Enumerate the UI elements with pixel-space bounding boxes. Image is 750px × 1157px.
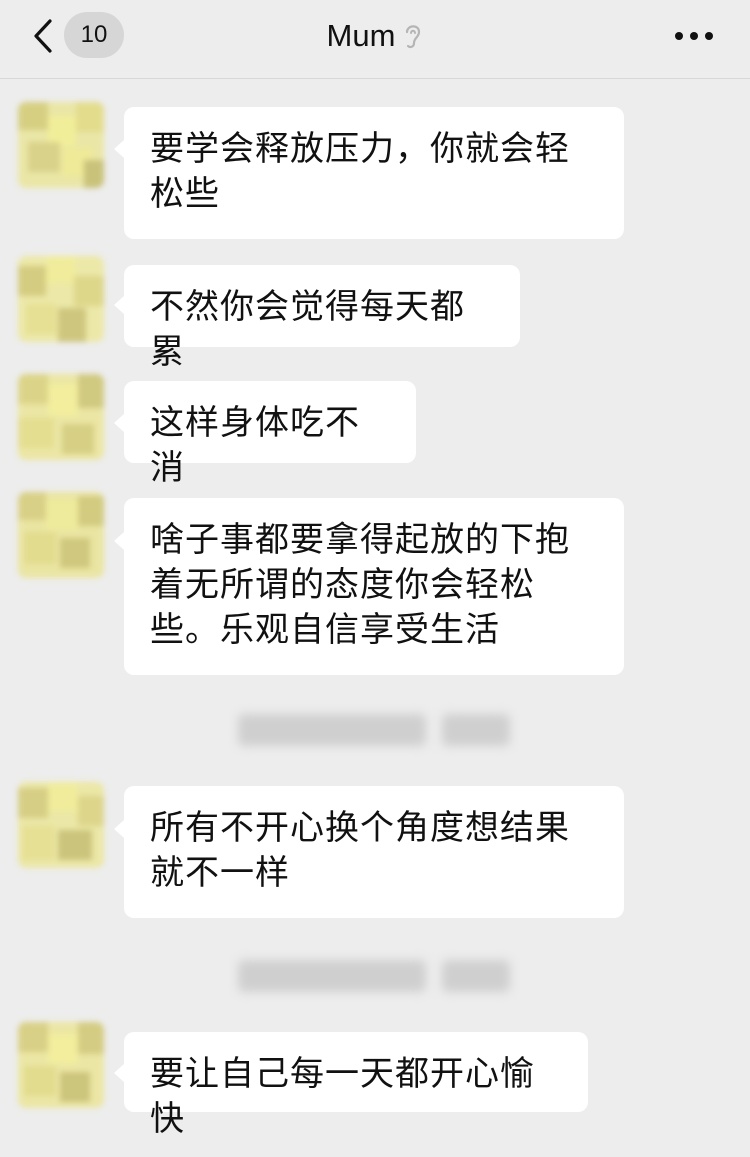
contact-avatar[interactable] <box>18 1022 104 1108</box>
bubble-tail <box>114 532 124 550</box>
chat-header: 10 Mum <box>0 0 750 79</box>
ear-icon <box>406 25 421 49</box>
bubble-tail <box>114 296 124 314</box>
unread-count-badge[interactable]: 10 <box>64 12 124 58</box>
bubble-tail <box>114 1064 124 1082</box>
chat-title: Mum <box>326 18 396 53</box>
message-text: 啥子事都要拿得起放的下抱着无所谓的态度你会轻松些。乐观自信享受生活 <box>150 520 570 650</box>
bubble-tail <box>114 414 124 432</box>
message-bubble[interactable]: 这样身体吃不消 <box>124 381 416 488</box>
contact-avatar[interactable] <box>18 782 104 868</box>
message-bubble[interactable]: 要学会释放压力，你就会轻松些 <box>124 107 624 239</box>
message-text: 不然你会觉得每天都累 <box>150 287 465 372</box>
timestamp-blurred <box>442 714 510 746</box>
message-text: 要让自己每一天都开心愉快 <box>150 1054 535 1139</box>
contact-avatar[interactable] <box>18 374 104 460</box>
message-bubble[interactable]: 不然你会觉得每天都累 <box>124 265 520 372</box>
timestamp-blurred <box>442 960 510 992</box>
contact-avatar[interactable] <box>18 492 104 578</box>
timestamp-blurred <box>238 714 426 746</box>
message-bubble[interactable]: 啥子事都要拿得起放的下抱着无所谓的态度你会轻松些。乐观自信享受生活 <box>124 498 624 675</box>
bubble-tail <box>114 140 124 158</box>
contact-avatar[interactable] <box>18 256 104 342</box>
bubble-tail <box>114 820 124 838</box>
more-dots-icon[interactable] <box>672 26 716 46</box>
contact-avatar[interactable] <box>18 102 104 188</box>
message-text: 要学会释放压力，你就会轻松些 <box>150 129 570 214</box>
message-text: 这样身体吃不消 <box>150 403 360 488</box>
message-bubble[interactable]: 要让自己每一天都开心愉快 <box>124 1032 588 1139</box>
message-text: 所有不开心换个角度想结果就不一样 <box>150 808 570 893</box>
message-bubble[interactable]: 所有不开心换个角度想结果就不一样 <box>124 786 624 918</box>
timestamp-blurred <box>238 960 426 992</box>
back-chevron-icon[interactable] <box>30 18 56 54</box>
